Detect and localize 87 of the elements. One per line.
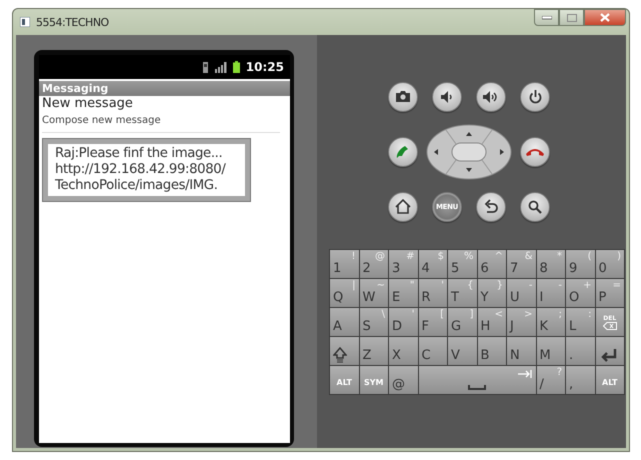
enter-icon (598, 348, 616, 362)
app-icon (20, 17, 30, 27)
keyboard-key[interactable]: A (330, 308, 358, 336)
key-symbol: ? (556, 367, 562, 378)
key-symbol: ' (412, 309, 414, 320)
backspace-icon (602, 322, 617, 330)
keyboard-key[interactable]: B (478, 337, 506, 365)
camera-icon (396, 91, 410, 102)
key-symbol: \ (382, 309, 385, 320)
notification-text: Compose new message (41, 114, 162, 128)
home-icon (395, 199, 411, 214)
message-line: Raj:Please finf the image... (55, 146, 224, 162)
hang-up-icon (526, 147, 544, 156)
key-symbol: - (528, 280, 532, 291)
key-symbol: - (558, 280, 562, 291)
window-title: 5554:TECHNO (36, 16, 109, 28)
power-icon (528, 90, 542, 104)
message-line: http://192.168.42.99:8080/ (55, 162, 227, 178)
sim-icon (202, 62, 209, 72)
key-symbol: } (496, 280, 503, 291)
key-symbol: % (464, 251, 474, 262)
key-symbol: * (557, 251, 562, 262)
close-button[interactable] (584, 9, 626, 26)
key-symbol: : (588, 309, 592, 320)
home-button[interactable] (388, 192, 418, 222)
key-symbol: > (524, 309, 532, 320)
key-symbol: ! (351, 251, 356, 262)
shift-key[interactable] (330, 337, 358, 365)
maximize-button[interactable] (559, 9, 584, 26)
minimize-icon (542, 16, 552, 20)
end-call-button[interactable] (520, 136, 550, 166)
keyboard-key[interactable]: . (566, 337, 594, 365)
dpad-control[interactable] (426, 124, 512, 180)
key-symbol: # (406, 251, 414, 262)
shift-icon (333, 347, 347, 363)
volume-down-button[interactable] (432, 82, 462, 112)
keyboard-key[interactable]: @ (389, 366, 418, 394)
key-symbol: [ (440, 309, 444, 320)
key-symbol: ] (470, 309, 474, 320)
keyboard-key[interactable]: SYM (360, 366, 388, 394)
call-button[interactable] (388, 136, 418, 166)
key-symbol: + (583, 280, 592, 291)
search-button[interactable] (520, 192, 550, 222)
keyboard-key[interactable]: , (566, 366, 594, 394)
maximize-icon (566, 14, 576, 22)
keyboard-key[interactable]: ALT (330, 366, 358, 394)
search-icon (528, 200, 542, 214)
enter-key[interactable] (596, 337, 624, 365)
keyboard-key[interactable]: N (507, 337, 536, 365)
power-button[interactable] (520, 82, 550, 112)
key-symbol: ( (588, 251, 592, 262)
key-symbol: = (612, 280, 621, 291)
key-symbol: @ (375, 251, 385, 262)
message-line: TechnoPolice/images/IMG. (55, 178, 219, 194)
battery-icon (232, 61, 240, 73)
close-icon (600, 13, 610, 22)
minimize-button[interactable] (534, 9, 559, 26)
keyboard-key[interactable]: V (448, 337, 476, 365)
keyboard-key[interactable]: ALT (596, 366, 624, 394)
key-symbol: ~ (376, 280, 385, 291)
key-symbol: ) (617, 251, 621, 262)
tab-icon (518, 370, 532, 378)
key-symbol: & (524, 251, 532, 262)
key-symbol: { (467, 280, 474, 291)
key-symbol: < (494, 309, 503, 320)
phone-call-icon (395, 144, 411, 160)
notification-title: New message (41, 96, 134, 111)
volume-up-button[interactable] (476, 82, 506, 112)
key-symbol: ; (558, 309, 562, 320)
key-symbol: ^ (494, 251, 503, 262)
volume-down-icon (441, 90, 453, 102)
keyboard-key[interactable]: C (418, 337, 447, 365)
keyboard-key[interactable]: Z (360, 337, 388, 365)
key-symbol: " (410, 280, 414, 291)
keyboard-key[interactable]: X (389, 337, 418, 365)
back-icon (484, 199, 498, 214)
key-symbol: $ (438, 251, 444, 262)
status-time: 10:25 (246, 60, 284, 74)
key-symbol: ' (441, 280, 444, 291)
back-button[interactable] (476, 192, 506, 222)
camera-button[interactable] (388, 82, 418, 112)
volume-up-icon (483, 90, 499, 102)
app-title-bar: Messaging (39, 81, 290, 96)
space-icon (468, 385, 486, 390)
key-symbol: | (352, 280, 356, 291)
signal-icon (214, 62, 227, 72)
keyboard-key[interactable]: M (536, 337, 565, 365)
